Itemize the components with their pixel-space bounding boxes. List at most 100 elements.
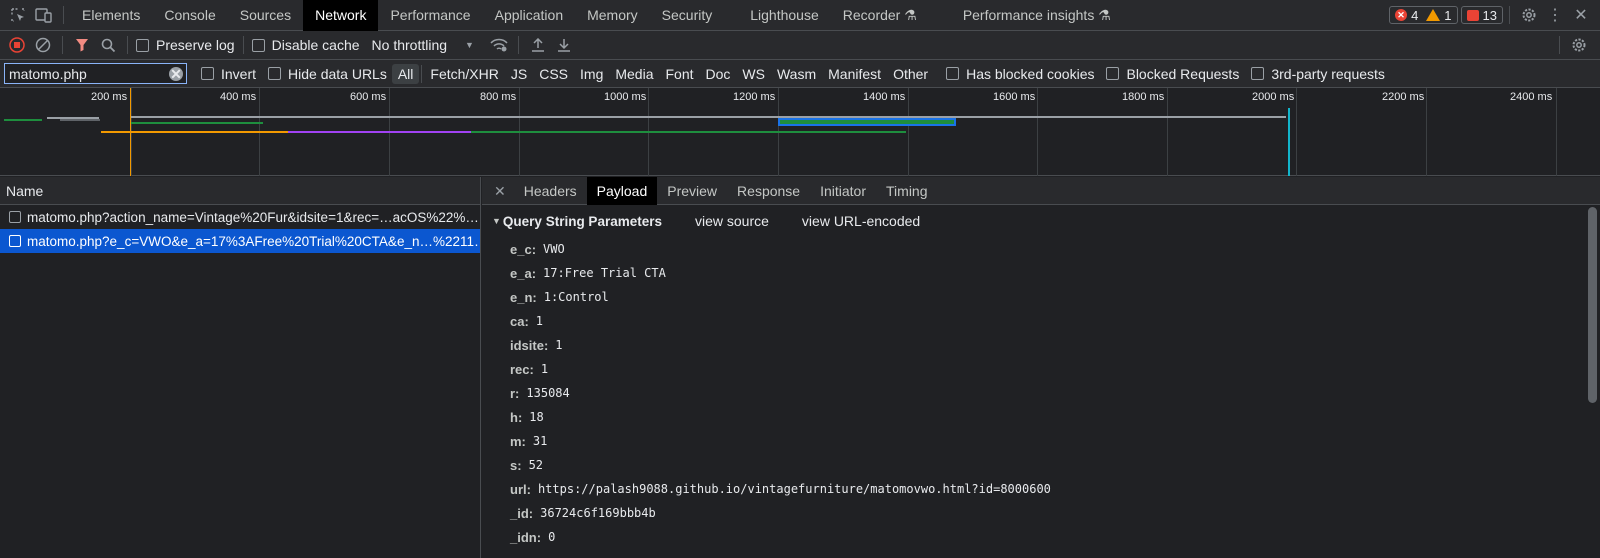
- blocked-requests-checkbox[interactable]: [1106, 67, 1120, 80]
- filter-type-js[interactable]: JS: [505, 64, 533, 84]
- name-column-header[interactable]: Name: [0, 177, 480, 205]
- param-key: _idn:: [510, 529, 542, 545]
- param-row: e_c: VWO: [482, 237, 1586, 261]
- filter-type-img[interactable]: Img: [574, 64, 609, 84]
- detail-tabbar: ✕ Headers Payload Preview Response Initi…: [482, 176, 1600, 205]
- filter-type-other[interactable]: Other: [887, 64, 934, 84]
- param-row: url: https://palash9088.github.io/vintage…: [482, 477, 1586, 501]
- tab-headers[interactable]: Headers: [514, 177, 587, 205]
- tab-elements[interactable]: Elements: [70, 0, 152, 31]
- disable-cache-checkbox[interactable]: [251, 38, 265, 52]
- tab-lighthouse[interactable]: Lighthouse: [738, 0, 831, 31]
- device-toolbar-icon[interactable]: [31, 2, 57, 28]
- network-conditions-icon[interactable]: [486, 32, 512, 58]
- record-stop-icon[interactable]: [4, 32, 30, 58]
- clear-filter-icon[interactable]: ✕: [169, 67, 183, 81]
- timeline-bar: [471, 131, 906, 133]
- query-string-section-header[interactable]: ▼ Query String Parameters view source vi…: [482, 205, 1586, 237]
- close-detail-icon[interactable]: ✕: [482, 177, 514, 205]
- param-value: 1: [540, 362, 549, 376]
- view-url-encoded-link[interactable]: view URL-encoded: [802, 213, 920, 229]
- clear-icon[interactable]: [30, 32, 56, 58]
- tab-performance-insights[interactable]: Performance insights ⚗: [951, 0, 1123, 31]
- gear-icon[interactable]: [1516, 2, 1542, 28]
- timeline-gridline: [1037, 88, 1038, 176]
- third-party-requests-checkbox[interactable]: [1251, 67, 1265, 80]
- requests-panel: Name matomo.php?action_name=Vintage%20Fu…: [0, 177, 481, 558]
- filter-type-media[interactable]: Media: [609, 64, 659, 84]
- request-row-selected[interactable]: matomo.php?e_c=VWO&e_a=17%3AFree%20Trial…: [0, 229, 480, 253]
- tab-preview[interactable]: Preview: [657, 177, 727, 205]
- tab-performance[interactable]: Performance: [378, 0, 482, 31]
- filter-bar: matomo.php ✕ Invert Hide data URLs All F…: [0, 60, 1600, 88]
- param-value: 135084: [526, 386, 570, 400]
- tab-response[interactable]: Response: [727, 177, 810, 205]
- status-badges[interactable]: ✕ 4 1: [1389, 6, 1458, 24]
- scrollbar[interactable]: [1588, 207, 1597, 403]
- filter-type-manifest[interactable]: Manifest: [822, 64, 887, 84]
- param-value: 17:Free Trial CTA: [543, 266, 666, 280]
- param-key: ca:: [510, 313, 529, 329]
- issues-badge[interactable]: 13: [1460, 6, 1503, 24]
- filter-type-wasm[interactable]: Wasm: [771, 64, 822, 84]
- triangle-down-icon: ▼: [492, 216, 501, 226]
- tab-sources[interactable]: Sources: [228, 0, 303, 31]
- timeline-tick-label: 2200 ms: [1382, 91, 1425, 103]
- param-value: 1: [535, 314, 544, 328]
- param-key: s:: [510, 457, 522, 473]
- invert-checkbox[interactable]: [201, 67, 214, 80]
- param-key: e_a:: [510, 265, 537, 281]
- timeline-gridline: [908, 88, 909, 176]
- third-party-requests-label: 3rd-party requests: [1271, 65, 1385, 82]
- hide-data-urls-checkbox[interactable]: [268, 67, 282, 80]
- filter-type-css[interactable]: CSS: [533, 64, 574, 84]
- preserve-log-checkbox[interactable]: [136, 38, 149, 52]
- download-icon[interactable]: [551, 32, 577, 58]
- tab-console[interactable]: Console: [152, 0, 227, 31]
- timeline-tick-label: 600 ms: [350, 91, 387, 103]
- tab-network[interactable]: Network: [303, 0, 379, 31]
- tab-security[interactable]: Security: [650, 0, 725, 31]
- filter-type-all[interactable]: All: [391, 63, 420, 84]
- request-checkbox[interactable]: [9, 235, 21, 247]
- request-row[interactable]: matomo.php?action_name=Vintage%20Fur&ids…: [0, 205, 480, 229]
- network-settings-gear-icon[interactable]: [1566, 32, 1592, 58]
- tab-memory[interactable]: Memory: [575, 0, 650, 31]
- filter-type-fetch-xhr[interactable]: Fetch/XHR: [424, 64, 504, 84]
- tab-timing[interactable]: Timing: [876, 177, 938, 205]
- more-options-icon[interactable]: ⋮: [1542, 2, 1568, 28]
- param-value: VWO: [543, 242, 565, 256]
- filter-type-font[interactable]: Font: [660, 64, 700, 84]
- view-source-link[interactable]: view source: [695, 213, 769, 229]
- filter-type-ws[interactable]: WS: [736, 64, 771, 84]
- tab-recorder-label: Recorder: [842, 6, 901, 23]
- preserve-log-label: Preserve log: [156, 37, 235, 53]
- search-icon[interactable]: [95, 32, 121, 58]
- inspect-element-icon[interactable]: [5, 2, 31, 28]
- payload-view: ▼ Query String Parameters view source vi…: [482, 205, 1586, 558]
- tab-payload[interactable]: Payload: [586, 176, 658, 205]
- timeline-bar: [131, 116, 1286, 118]
- filter-type-doc[interactable]: Doc: [700, 64, 737, 84]
- param-key: url:: [510, 481, 531, 497]
- timeline-gridline: [1296, 88, 1297, 176]
- chevron-down-icon[interactable]: ▼: [465, 40, 474, 50]
- network-overview-timeline[interactable]: 200 ms 400 ms 600 ms 800 ms 1000 ms 1200…: [0, 88, 1600, 176]
- tab-initiator[interactable]: Initiator: [810, 177, 876, 205]
- has-blocked-cookies-checkbox[interactable]: [946, 67, 960, 80]
- tab-recorder[interactable]: Recorder ⚗: [831, 0, 929, 31]
- upload-icon[interactable]: [525, 32, 551, 58]
- throttling-select[interactable]: No throttling: [372, 37, 447, 53]
- timeline-tick-label: 1000 ms: [604, 91, 647, 103]
- timeline-gridline: [1556, 88, 1557, 176]
- param-row: e_a: 17:Free Trial CTA: [482, 261, 1586, 285]
- filter-input[interactable]: matomo.php ✕: [4, 63, 187, 84]
- close-icon[interactable]: ✕: [1568, 2, 1594, 28]
- request-checkbox[interactable]: [9, 211, 21, 223]
- param-value: 18: [529, 410, 544, 424]
- flask-icon: ⚗: [904, 6, 917, 23]
- timeline-tick-label: 1800 ms: [1122, 91, 1165, 103]
- filter-icon[interactable]: [69, 32, 95, 58]
- request-name: matomo.php?e_c=VWO&e_a=17%3AFree%20Trial…: [27, 233, 480, 249]
- tab-application[interactable]: Application: [483, 0, 576, 31]
